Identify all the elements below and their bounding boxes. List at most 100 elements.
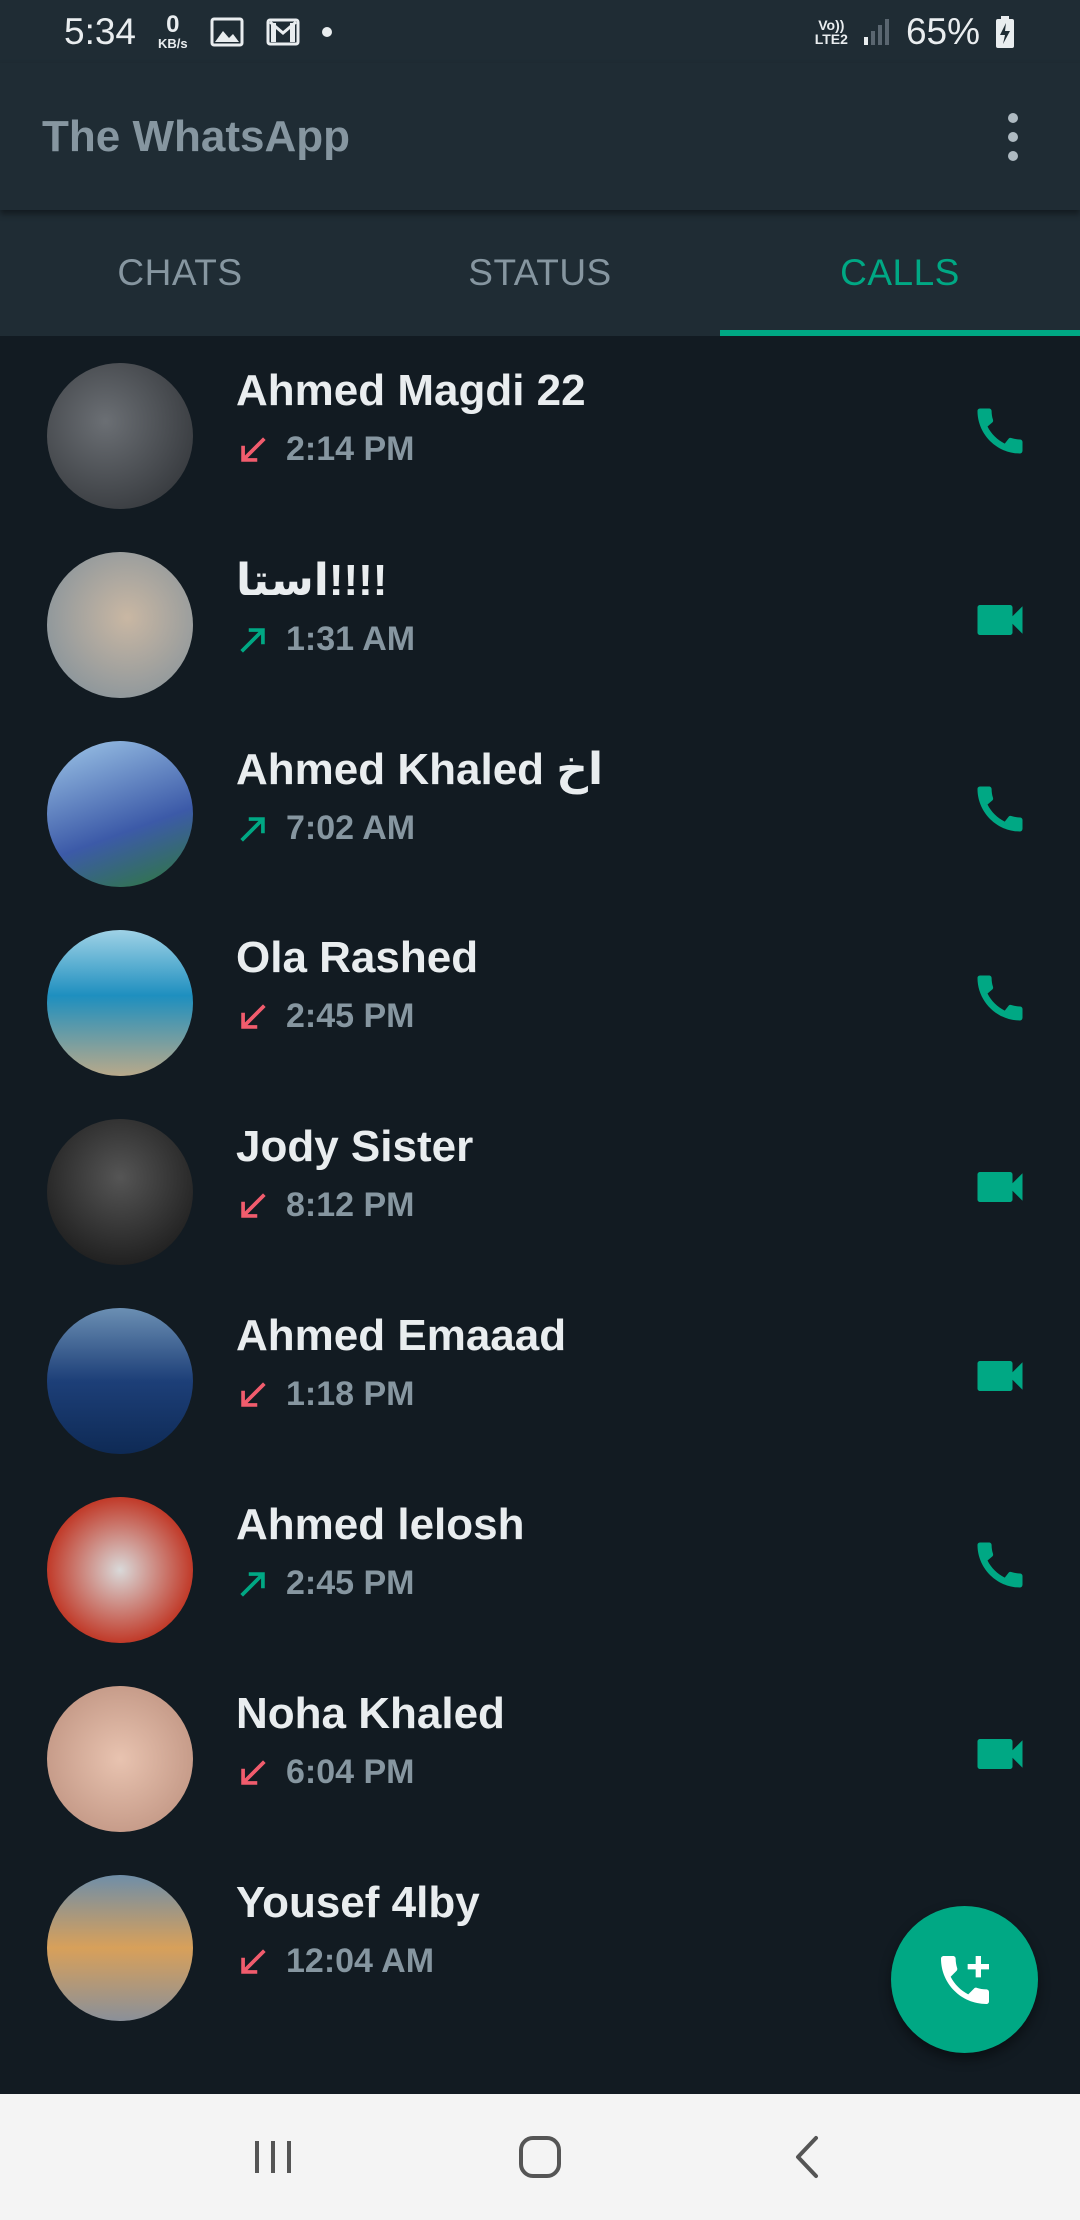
call-time: 1:31 AM (286, 620, 416, 658)
videocam-icon (977, 1738, 1023, 1769)
video-call-button[interactable] (968, 588, 1032, 652)
avatar[interactable] (47, 1497, 193, 1643)
call-info: Ola Rashed 2:45 PM (236, 933, 478, 1036)
call-time: 12:04 AM (286, 1942, 435, 1980)
recents-icon (255, 2141, 292, 2173)
contact-name: استا!!!! (236, 556, 388, 605)
contact-name: Noha Khaled (236, 1689, 505, 1738)
call-meta: 1:31 AM (236, 620, 415, 659)
arrow-down-left-icon (241, 436, 266, 462)
contact-name: Jody Sister (236, 1122, 474, 1171)
call-meta: 2:45 PM (236, 997, 478, 1036)
voice-call-button[interactable] (968, 966, 1032, 1030)
arrow-down-left-icon (241, 1003, 266, 1029)
call-info: Ahmed Emaaad 1:18 PM (236, 1311, 566, 1414)
home-button[interactable] (500, 2117, 580, 2197)
gallery-icon (210, 17, 244, 46)
call-time: 8:12 PM (286, 1186, 415, 1224)
call-row[interactable]: Jody Sister 8:12 PM (0, 1092, 1080, 1281)
contact-name: Ahmed Khaled اخ (236, 745, 604, 794)
call-info: Jody Sister 8:12 PM (236, 1122, 473, 1225)
call-meta: 2:14 PM (236, 430, 586, 469)
calls-list: Ahmed Magdi 22 2:14 PM استا!!!! 1:31 AM Ahme… (0, 336, 1080, 2037)
call-meta: 12:04 AM (236, 1942, 480, 1981)
call-row[interactable]: Ahmed Magdi 22 2:14 PM (0, 336, 1080, 525)
home-icon (518, 2136, 561, 2178)
contact-name: Ahmed Emaaad (236, 1311, 567, 1360)
more-vert-dot (1008, 131, 1018, 142)
avatar[interactable] (47, 1875, 193, 2021)
call-meta: 6:04 PM (236, 1753, 505, 1792)
avatar[interactable] (47, 1119, 193, 1265)
back-icon (795, 2136, 818, 2178)
avatar[interactable] (47, 552, 193, 698)
add-call-icon (940, 1955, 989, 2004)
call-row[interactable]: Ahmed Khaled اخ 7:02 AM (0, 714, 1080, 903)
voice-call-button[interactable] (968, 777, 1032, 841)
avatar[interactable] (47, 930, 193, 1076)
battery-percent: 65% (905, 10, 980, 52)
app-title: The WhatsApp (42, 111, 350, 161)
call-meta: 7:02 AM (236, 809, 603, 848)
arrow-down-left-icon (241, 1381, 266, 1407)
app-bar: The WhatsApp (0, 63, 1080, 210)
call-meta: 1:18 PM (236, 1375, 566, 1414)
tab-chats[interactable]: CHATS (0, 210, 360, 336)
voice-call-button[interactable] (968, 1533, 1032, 1597)
more-options-button[interactable] (988, 97, 1038, 177)
network-speed: 0 KB/s (158, 11, 188, 51)
avatar[interactable] (47, 1308, 193, 1454)
avatar[interactable] (47, 741, 193, 887)
contact-name: Ahmed Magdi 22 (236, 366, 586, 415)
arrow-up-right-icon (240, 816, 265, 842)
recents-button[interactable] (233, 2117, 313, 2197)
call-row[interactable]: Ahmed Emaaad 1:18 PM (0, 1281, 1080, 1470)
phone-icon (977, 786, 1023, 831)
contact-name: Ahmed lelosh (236, 1500, 525, 1549)
tab-calls[interactable]: CALLS (720, 210, 1080, 336)
arrow-down-left-icon (241, 1948, 266, 1974)
network-speed-value: 0 (166, 11, 180, 38)
call-info: Ahmed lelosh 2:45 PM (236, 1500, 525, 1603)
call-row[interactable]: استا!!!! 1:31 AM (0, 525, 1080, 714)
call-info: استا!!!! 1:31 AM (236, 555, 415, 659)
call-info: Noha Khaled 6:04 PM (236, 1689, 505, 1792)
call-time: 7:02 AM (286, 809, 416, 847)
videocam-icon (977, 1171, 1023, 1202)
call-info: Ahmed Khaled اخ 7:02 AM (236, 744, 603, 848)
arrow-up-right-icon (240, 1571, 265, 1597)
system-nav-bar (0, 2094, 1080, 2220)
phone-icon (977, 975, 1023, 1020)
phone-icon (977, 1542, 1023, 1587)
videocam-icon (977, 1360, 1023, 1391)
call-row[interactable]: Ola Rashed 2:45 PM (0, 903, 1080, 1092)
volte-top: Vo)) (818, 16, 845, 33)
voice-call-button[interactable] (968, 399, 1032, 463)
video-call-button[interactable] (968, 1344, 1032, 1408)
new-call-button[interactable] (891, 1906, 1038, 2053)
call-time: 2:45 PM (286, 1564, 415, 1602)
call-info: Ahmed Magdi 22 2:14 PM (236, 366, 586, 469)
volte-bottom: LTE2 (814, 30, 848, 47)
contact-name: Ola Rashed (236, 933, 479, 982)
arrow-up-right-icon (240, 627, 265, 653)
call-meta: 8:12 PM (236, 1186, 473, 1225)
video-call-button[interactable] (968, 1722, 1032, 1786)
videocam-icon (977, 604, 1023, 635)
tab-status[interactable]: STATUS (360, 210, 720, 336)
arrow-down-left-icon (241, 1192, 266, 1218)
notification-dot-icon (321, 26, 332, 37)
call-time: 6:04 PM (286, 1753, 415, 1791)
contact-name: Yousef 4lby (236, 1878, 480, 1927)
status-time: 5:34 (64, 10, 137, 52)
back-button[interactable] (767, 2117, 847, 2197)
phone-icon (977, 408, 1023, 453)
avatar[interactable] (47, 363, 193, 509)
call-row[interactable]: Ahmed lelosh 2:45 PM (0, 1470, 1080, 1659)
avatar[interactable] (47, 1686, 193, 1832)
call-row[interactable]: Noha Khaled 6:04 PM (0, 1659, 1080, 1848)
call-time: 2:14 PM (286, 430, 415, 468)
status-bar: 5:34 0 KB/s Vo)) LTE2 65% (0, 0, 1080, 63)
more-vert-icon (1008, 112, 1018, 123)
video-call-button[interactable] (968, 1155, 1032, 1219)
